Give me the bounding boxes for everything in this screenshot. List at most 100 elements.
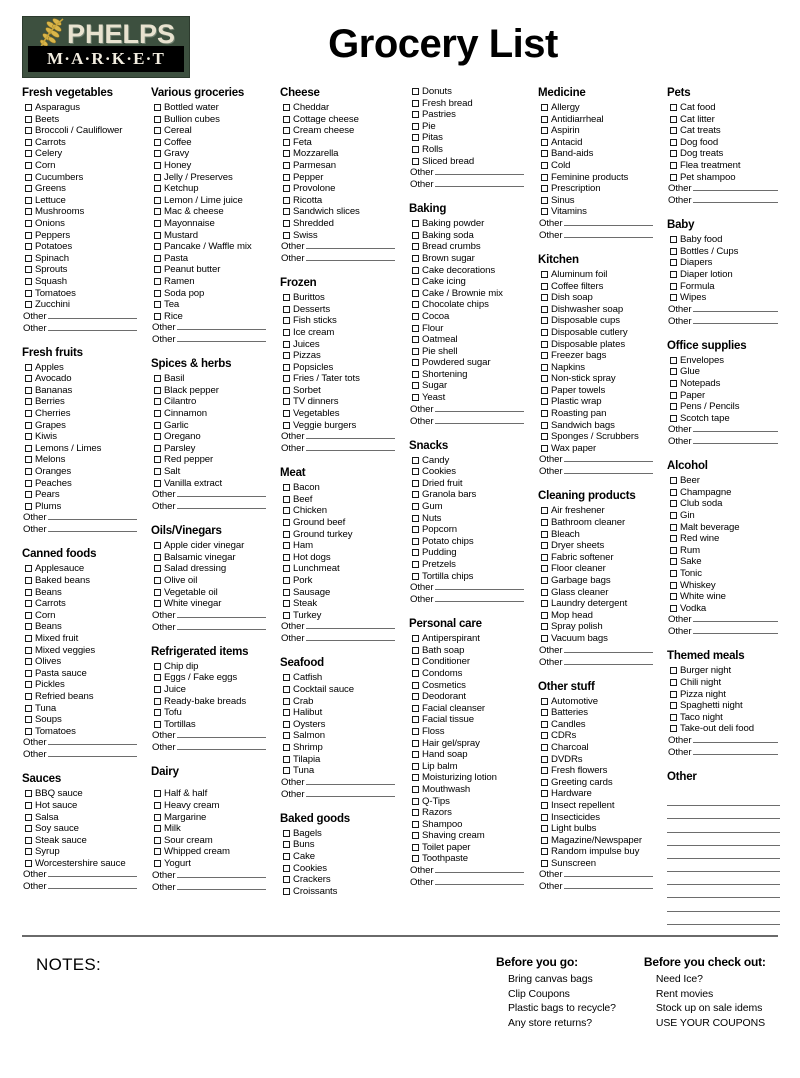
checkbox-icon[interactable]	[541, 577, 548, 584]
checklist-item[interactable]: Cucumbers	[22, 172, 151, 184]
checkbox-icon[interactable]	[541, 778, 548, 786]
checklist-item[interactable]: Oregano	[151, 431, 280, 443]
checklist-item[interactable]: Cilantro	[151, 396, 280, 408]
checklist-item[interactable]: Bananas	[22, 385, 151, 397]
checklist-item[interactable]: Tomatoes	[22, 726, 151, 738]
checkbox-icon[interactable]	[541, 790, 548, 798]
checkbox-icon[interactable]	[154, 410, 161, 418]
checklist-item[interactable]: Hair gel/spray	[409, 738, 538, 750]
checklist-item[interactable]: Cat treats	[667, 125, 792, 137]
other-write-in-row[interactable]: Other	[151, 334, 280, 346]
checklist-item[interactable]: Champagne	[667, 487, 792, 499]
checkbox-icon[interactable]	[283, 104, 290, 111]
checklist-item[interactable]: Chip dip	[151, 661, 280, 673]
checkbox-icon[interactable]	[283, 876, 290, 884]
checklist-item[interactable]: Baking soda	[409, 230, 538, 242]
checklist-item[interactable]: Sprouts	[22, 264, 151, 276]
checkbox-icon[interactable]	[25, 266, 32, 274]
checklist-item[interactable]: Chili night	[667, 677, 792, 689]
other-write-in-row[interactable]: Other	[667, 436, 792, 448]
write-in-line[interactable]	[563, 454, 653, 463]
checkbox-icon[interactable]	[25, 491, 32, 499]
checklist-item[interactable]: Club soda	[667, 498, 792, 510]
checkbox-icon[interactable]	[154, 859, 161, 867]
checklist-item[interactable]: Laundry detergent	[538, 598, 667, 610]
write-in-line[interactable]	[434, 416, 524, 424]
write-in-line[interactable]	[47, 869, 137, 878]
checklist-item[interactable]: Band-aids	[538, 148, 667, 160]
write-in-line[interactable]	[47, 881, 137, 890]
checklist-item[interactable]: Pork	[280, 575, 409, 587]
checkbox-icon[interactable]	[154, 444, 161, 452]
checklist-item[interactable]: Cat food	[667, 102, 792, 114]
checkbox-icon[interactable]	[412, 693, 419, 701]
checklist-item[interactable]: Worcestershire sauce	[22, 858, 151, 870]
checkbox-icon[interactable]	[25, 565, 32, 573]
checklist-item[interactable]: Olive oil	[151, 575, 280, 587]
checkbox-icon[interactable]	[412, 526, 419, 534]
checkbox-icon[interactable]	[154, 709, 161, 717]
checklist-item[interactable]: Shrimp	[280, 742, 409, 754]
checklist-item[interactable]: Salt	[151, 466, 280, 478]
write-in-line[interactable]	[176, 622, 266, 630]
checklist-item[interactable]: Insecticides	[538, 812, 667, 824]
checklist-item[interactable]: Yogurt	[151, 858, 280, 870]
checklist-item[interactable]: Cake icing	[409, 276, 538, 288]
write-in-line[interactable]	[667, 824, 780, 833]
checklist-item[interactable]: Cold	[538, 160, 667, 172]
checkbox-icon[interactable]	[412, 145, 419, 153]
checklist-item[interactable]: Rolls	[409, 144, 538, 156]
checklist-item[interactable]: Fish sticks	[280, 315, 409, 327]
checklist-item[interactable]: Cosmetics	[409, 680, 538, 692]
checkbox-icon[interactable]	[670, 161, 677, 169]
checklist-item[interactable]: Powdered sugar	[409, 357, 538, 369]
checklist-item[interactable]: Bullion cubes	[151, 114, 280, 126]
checkbox-icon[interactable]	[283, 697, 290, 705]
checklist-item[interactable]: Greeting cards	[538, 777, 667, 789]
checkbox-icon[interactable]	[154, 208, 161, 216]
checkbox-icon[interactable]	[283, 553, 290, 561]
checkbox-icon[interactable]	[541, 138, 548, 146]
checkbox-icon[interactable]	[541, 433, 548, 441]
blank-write-in-row[interactable]	[667, 912, 792, 925]
checklist-item[interactable]: Tilapia	[280, 754, 409, 766]
blank-write-in-row[interactable]	[667, 806, 792, 820]
checkbox-icon[interactable]	[670, 391, 677, 399]
checkbox-icon[interactable]	[25, 185, 32, 193]
checkbox-icon[interactable]	[25, 127, 32, 135]
checklist-item[interactable]: Nuts	[409, 513, 538, 525]
checkbox-icon[interactable]	[412, 243, 419, 251]
checkbox-icon[interactable]	[670, 104, 677, 111]
checklist-item[interactable]: Condoms	[409, 668, 538, 680]
checkbox-icon[interactable]	[412, 704, 419, 712]
checklist-item[interactable]: Glass cleaner	[538, 587, 667, 599]
checkbox-icon[interactable]	[25, 646, 32, 654]
checklist-item[interactable]: Shaving cream	[409, 830, 538, 842]
checklist-item[interactable]: Pens / Pencils	[667, 401, 792, 413]
checkbox-icon[interactable]	[670, 368, 677, 376]
checklist-item[interactable]: Tea	[151, 299, 280, 311]
write-in-line[interactable]	[667, 863, 780, 873]
checkbox-icon[interactable]	[283, 386, 290, 394]
checkbox-icon[interactable]	[154, 662, 161, 670]
checkbox-icon[interactable]	[154, 685, 161, 693]
checkbox-icon[interactable]	[670, 512, 677, 520]
checkbox-icon[interactable]	[283, 185, 290, 193]
checklist-item[interactable]: Asparagus	[22, 102, 151, 114]
checkbox-icon[interactable]	[541, 328, 548, 336]
checkbox-icon[interactable]	[670, 236, 677, 244]
checkbox-icon[interactable]	[25, 138, 32, 146]
checklist-item[interactable]: Pizza night	[667, 689, 792, 701]
checkbox-icon[interactable]	[670, 558, 677, 566]
checklist-item[interactable]: Gum	[409, 501, 538, 513]
checklist-item[interactable]: Mayonnaise	[151, 218, 280, 230]
checklist-item[interactable]: Cheddar	[280, 102, 409, 114]
checkbox-icon[interactable]	[283, 495, 290, 503]
checklist-item[interactable]: Toothpaste	[409, 853, 538, 865]
checklist-item[interactable]: Lip balm	[409, 761, 538, 773]
other-write-in-row[interactable]: Other	[22, 749, 151, 761]
checklist-item[interactable]: Salmon	[280, 730, 409, 742]
checkbox-icon[interactable]	[283, 231, 290, 239]
other-write-in-row[interactable]: Other	[151, 501, 280, 513]
checklist-item[interactable]: Red pepper	[151, 454, 280, 466]
